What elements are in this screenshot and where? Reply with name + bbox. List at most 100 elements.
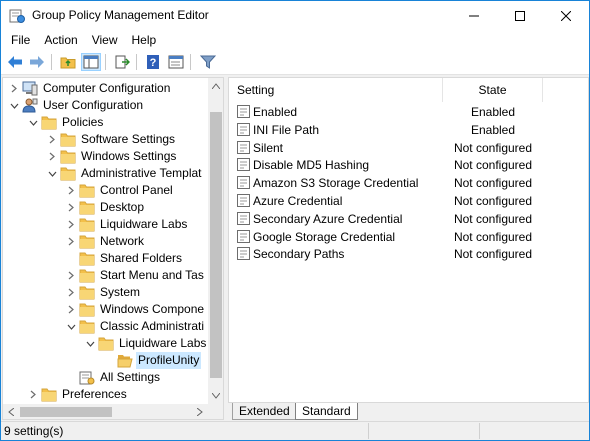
setting-row[interactable]: Azure Credential Not configured: [229, 192, 588, 210]
chevron-right-icon[interactable]: [47, 148, 57, 165]
menu-file[interactable]: File: [1, 31, 37, 50]
maximize-button[interactable]: [497, 1, 543, 31]
filter-button[interactable]: [198, 53, 218, 71]
show-hide-tree-button[interactable]: [81, 53, 101, 71]
tree-item[interactable]: All Settings: [3, 369, 208, 386]
chevron-right-icon[interactable]: [66, 284, 76, 301]
toolbar-separator: [105, 54, 106, 70]
chevron-right-icon[interactable]: [47, 131, 57, 148]
toolbar-separator: [190, 54, 191, 70]
tree-horizontal-scrollbar[interactable]: [3, 404, 223, 419]
folder-icon: [79, 302, 95, 317]
setting-name: Silent: [253, 140, 284, 155]
chevron-right-icon[interactable]: [66, 301, 76, 318]
back-button[interactable]: [5, 53, 25, 71]
policy-setting-icon: [237, 105, 251, 119]
computer-icon: [22, 81, 38, 96]
tree-item[interactable]: ProfileUnity: [3, 352, 208, 369]
setting-state: Enabled: [470, 122, 516, 137]
menu-action[interactable]: Action: [37, 31, 84, 50]
tree-item[interactable]: Administrative Templat: [3, 165, 208, 182]
scroll-down-icon[interactable]: [212, 393, 220, 399]
tree-item[interactable]: Windows Settings: [3, 148, 208, 165]
tab-extended[interactable]: Extended: [232, 403, 297, 420]
forward-arrow-icon: [30, 56, 44, 68]
setting-row[interactable]: Amazon S3 Storage Credential Not configur…: [229, 174, 588, 192]
forward-button[interactable]: [27, 53, 47, 71]
tree-item[interactable]: Software Settings: [3, 131, 208, 148]
tree-item[interactable]: Desktop: [3, 199, 208, 216]
chevron-down-icon[interactable]: [47, 165, 57, 182]
status-separator: [368, 423, 369, 439]
tree-vertical-scrollbar[interactable]: [208, 78, 223, 404]
folder-icon: [79, 183, 95, 198]
chevron-right-icon[interactable]: [66, 267, 76, 284]
tree-item[interactable]: Network: [3, 233, 208, 250]
maximize-icon: [515, 11, 525, 21]
close-button[interactable]: [543, 1, 589, 31]
tree-item[interactable]: System: [3, 284, 208, 301]
chevron-right-icon[interactable]: [66, 199, 76, 216]
folder-icon: [60, 132, 76, 147]
app-window: Group Policy Management Editor File Acti…: [0, 0, 590, 441]
tree-item-label: Windows Settings: [81, 149, 177, 163]
setting-row[interactable]: INI File Path Enabled: [229, 121, 588, 139]
tree-horizontal-scroll-thumb[interactable]: [20, 407, 112, 417]
filter-icon: [200, 55, 216, 69]
chevron-right-icon[interactable]: [9, 80, 19, 97]
show-hide-tree-icon: [83, 55, 99, 69]
setting-state: Not configured: [453, 247, 533, 262]
menu-view[interactable]: View: [85, 31, 125, 50]
up-one-level-button[interactable]: [58, 53, 78, 71]
folder-icon: [79, 200, 95, 215]
tree-item[interactable]: Shared Folders: [3, 250, 208, 267]
properties-button[interactable]: [166, 53, 186, 71]
setting-row[interactable]: Enabled Enabled: [229, 103, 588, 121]
tree-item[interactable]: User Configuration: [3, 97, 208, 114]
menu-help[interactable]: Help: [125, 31, 164, 50]
tree-item[interactable]: Control Panel: [3, 182, 208, 199]
setting-row[interactable]: Secondary Azure Credential Not configured: [229, 210, 588, 228]
tree-item[interactable]: Policies: [3, 114, 208, 131]
minimize-button[interactable]: [451, 1, 497, 31]
policy-setting-icon: [237, 140, 251, 155]
tree-pane: Computer Configuration User Configuration…: [2, 77, 224, 420]
tree-vertical-scroll-thumb[interactable]: [210, 112, 222, 378]
column-header-setting[interactable]: Setting: [229, 78, 443, 102]
setting-row[interactable]: Silent Not configured: [229, 139, 588, 157]
setting-name: INI File Path: [253, 122, 320, 137]
setting-row[interactable]: Disable MD5 Hashing Not configured: [229, 156, 588, 174]
help-button[interactable]: ?: [143, 53, 163, 71]
chevron-down-icon[interactable]: [85, 335, 95, 352]
tree-item[interactable]: Windows Compone: [3, 301, 208, 318]
setting-row[interactable]: Secondary Paths Not configured: [229, 245, 588, 263]
chevron-right-icon[interactable]: [66, 216, 76, 233]
chevron-right-icon[interactable]: [28, 386, 38, 403]
chevron-down-icon[interactable]: [28, 114, 38, 131]
scroll-left-icon[interactable]: [8, 408, 14, 416]
tree-item[interactable]: Computer Configuration: [3, 80, 208, 97]
tree-item-label: Software Settings: [81, 132, 176, 146]
chevron-down-icon[interactable]: [66, 318, 76, 335]
tree-item[interactable]: Preferences: [3, 386, 208, 403]
tree-item-label: Start Menu and Tas: [100, 268, 204, 282]
toolbar-separator: [51, 54, 52, 70]
chevron-right-icon[interactable]: [66, 182, 76, 199]
folder-icon: [41, 115, 57, 130]
export-list-button[interactable]: [112, 53, 132, 71]
tree-item[interactable]: Start Menu and Tas: [3, 267, 208, 284]
chevron-right-icon[interactable]: [66, 233, 76, 250]
tree-item[interactable]: Classic Administrati: [3, 318, 208, 335]
setting-state: Enabled: [470, 105, 516, 119]
chevron-down-icon[interactable]: [9, 97, 19, 114]
setting-row[interactable]: Google Storage Credential Not configured: [229, 228, 588, 246]
scroll-up-icon[interactable]: [212, 83, 220, 89]
column-header-state[interactable]: State: [443, 78, 543, 102]
tree-item[interactable]: Liquidware Labs: [3, 335, 208, 352]
policy-setting-icon: [237, 176, 251, 190]
scroll-right-icon[interactable]: [197, 408, 203, 416]
setting-name: Amazon S3 Storage Credential: [253, 176, 419, 191]
tab-standard[interactable]: Standard: [295, 403, 358, 420]
tree-item-label: User Configuration: [43, 98, 144, 112]
tree-item[interactable]: Liquidware Labs: [3, 216, 208, 233]
